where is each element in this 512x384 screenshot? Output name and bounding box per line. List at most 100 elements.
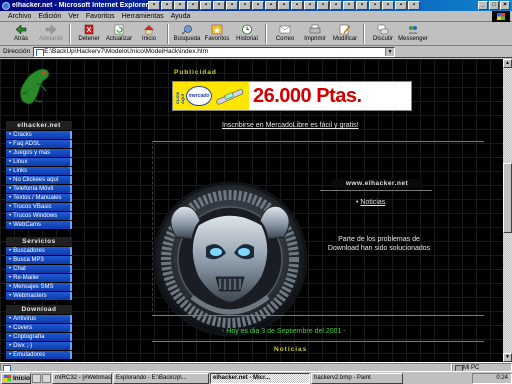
scroll-up-icon[interactable]: ▲ xyxy=(503,59,512,68)
task-ie[interactable]: elhacker.net - Micr... xyxy=(210,372,310,384)
quick-icon[interactable]: ▪ xyxy=(356,1,368,10)
sidebar-item-faq-adsl[interactable]: Faq ADSL xyxy=(6,140,72,149)
sidebar-item-webcams[interactable]: WebCams xyxy=(6,221,72,230)
stop-button[interactable]: Detener xyxy=(74,22,104,45)
refresh-icon xyxy=(114,24,124,35)
scrollbar-thumb[interactable] xyxy=(503,163,512,233)
sidebar-item-criptografia[interactable]: Criptografía xyxy=(6,333,72,342)
favorites-icon xyxy=(211,24,223,35)
sidebar-item-textos[interactable]: Textos / Manuales xyxy=(6,194,72,203)
sidebar-item-links[interactable]: Links xyxy=(6,167,72,176)
back-button[interactable]: Atrás xyxy=(6,22,36,45)
menu-ayuda[interactable]: Ayuda xyxy=(171,13,191,20)
quick-icon[interactable]: ▪ xyxy=(408,1,420,10)
quick-icon[interactable]: ▪ xyxy=(187,1,199,10)
home-button[interactable]: Inicio xyxy=(134,22,164,45)
quick-icon[interactable]: ▪ xyxy=(148,1,160,10)
quick-icon[interactable]: ▪ xyxy=(213,1,225,10)
quick-icon[interactable]: ▪ xyxy=(226,1,238,10)
scroll-down-icon[interactable]: ▼ xyxy=(503,353,512,362)
quick-icon[interactable]: ▪ xyxy=(382,1,394,10)
quick-icon[interactable]: ▪ xyxy=(174,1,186,10)
mercadolibre-logo: mercado xyxy=(186,86,212,106)
sidebar-item-cracks[interactable]: Cracks xyxy=(6,131,72,140)
refresh-button[interactable]: Actualizar xyxy=(104,22,134,45)
task-paint[interactable]: hackerv2.bmp - Paint xyxy=(311,372,403,384)
forward-button[interactable]: Adelante xyxy=(36,22,66,45)
quick-icon[interactable]: ▪ xyxy=(395,1,407,10)
sidebar-item-juegos[interactable]: Juegos y más xyxy=(6,149,72,158)
sidebar-item-telefonia[interactable]: Telefonía Móvil xyxy=(6,185,72,194)
history-button[interactable]: Historial xyxy=(232,22,262,45)
sidebar-item-re-mailer[interactable]: Re-Mailer xyxy=(6,274,72,283)
sidebar-nav-list: Buscadores Busca MP3 Chat Re-Mailer Mens… xyxy=(6,247,72,301)
date-line: - Hoy es dia 3 de Septiembre del 2001 - xyxy=(222,328,346,335)
sidebar-item-chat[interactable]: Chat xyxy=(6,265,72,274)
quick-icon[interactable]: ▪ xyxy=(369,1,381,10)
menu-edicion[interactable]: Edición xyxy=(38,13,61,20)
menu-archivo[interactable]: Archivo xyxy=(8,13,31,20)
quick-icon[interactable]: ▪ xyxy=(265,1,277,10)
messenger-button[interactable]: Messenger xyxy=(398,22,428,45)
address-input[interactable]: E:\BackUp\Hackerv7\ModeloÚnico\ModelHack… xyxy=(33,46,396,57)
quick-icon[interactable]: ▪ xyxy=(252,1,264,10)
minimize-button[interactable]: _ xyxy=(478,1,488,10)
favorites-button[interactable]: Favoritos xyxy=(202,22,232,45)
quick-icon[interactable]: ▪ xyxy=(161,1,173,10)
menu-herramientas[interactable]: Herramientas xyxy=(122,13,164,20)
banner-click-text: CLICK AQUÍ xyxy=(175,91,185,104)
mail-button[interactable]: Correo xyxy=(270,22,300,45)
quick-icon[interactable]: ▪ xyxy=(200,1,212,10)
print-button[interactable]: Imprimir xyxy=(300,22,330,45)
menu-ver[interactable]: Ver xyxy=(68,13,79,20)
discuss-button[interactable]: Discutir xyxy=(368,22,398,45)
quick-icon[interactable]: ▪ xyxy=(343,1,355,10)
menu-favoritos[interactable]: Favoritos xyxy=(86,13,115,20)
sidebar-item-divx[interactable]: Divx ;-) xyxy=(6,342,72,351)
quick-icon[interactable]: ▪ xyxy=(317,1,329,10)
quick-icon[interactable]: ▪ xyxy=(330,1,342,10)
task-mirc[interactable]: mIRC32 - [#Webmasters ] xyxy=(52,372,112,384)
sidebar-item-antivirus[interactable]: Antivirus xyxy=(6,315,72,324)
system-tray-clock[interactable]: 0:24 xyxy=(472,372,512,384)
site-heading-box: www.elhacker.net xyxy=(332,179,422,188)
start-button[interactable]: Inicio xyxy=(1,372,31,384)
ad-banner[interactable]: CLICK AQUÍ mercado 26.000 Ptas. xyxy=(172,81,412,111)
search-icon xyxy=(181,25,192,35)
menu-bar: Archivo Edición Ver Favoritos Herramient… xyxy=(0,11,512,22)
sidebar-item-trucos-vbasic[interactable]: Trucos VBasic xyxy=(6,203,72,212)
quick-icon[interactable]: ▪ xyxy=(239,1,251,10)
toolbar-separator xyxy=(69,24,71,44)
sidebar-item-trucos-windows[interactable]: Trucos Windows xyxy=(6,212,72,221)
quick-icon[interactable]: ▪ xyxy=(291,1,303,10)
messenger-icon xyxy=(408,26,418,34)
noticias-link[interactable]: • Noticias xyxy=(356,199,385,206)
edit-button[interactable]: Modificar xyxy=(330,22,360,45)
sidebar-item-emuladores[interactable]: Emuladores xyxy=(6,351,72,360)
sidebar-item-busca-mp3[interactable]: Busca MP3 xyxy=(6,256,72,265)
task-explorer[interactable]: Explorando - E:\BackUp\... xyxy=(113,372,209,384)
signup-link[interactable]: Inscribirse en MercadoLibre es fácil y g… xyxy=(222,122,359,129)
sidebar-item-mensajes-sms[interactable]: Mensajes SMS xyxy=(6,283,72,292)
sidebar-item-no-clickees[interactable]: No Clickees aquí xyxy=(6,176,72,185)
close-button[interactable]: × xyxy=(500,1,510,10)
sidebar-item-covers[interactable]: Covers xyxy=(6,324,72,333)
sidebar-item-webmasters[interactable]: Webmasters xyxy=(6,292,72,301)
quicklaunch-icon[interactable] xyxy=(42,373,51,383)
start-label: Inicio xyxy=(13,374,30,382)
vertical-scrollbar[interactable]: ▲ ▼ xyxy=(503,59,512,362)
forward-arrow-icon xyxy=(45,24,57,35)
search-button[interactable]: Búsqueda xyxy=(172,22,202,45)
quick-icon[interactable]: ▪ xyxy=(278,1,290,10)
toolbar-separator xyxy=(265,24,267,44)
address-value: E:\BackUp\Hackerv7\ModeloÚnico\ModelHack… xyxy=(44,47,209,55)
title-bar: elhacker.net - Microsoft Internet Explor… xyxy=(0,0,512,11)
sidebar-item-buscadores[interactable]: Buscadores xyxy=(6,247,72,256)
quick-icon[interactable]: ▪ xyxy=(304,1,316,10)
maximize-button[interactable]: □ xyxy=(489,1,499,10)
home-icon xyxy=(144,25,154,35)
sidebar-item-linux[interactable]: Linux xyxy=(6,158,72,167)
mobile-phone-icon xyxy=(216,89,244,105)
address-dropdown-icon[interactable]: ▼ xyxy=(385,47,395,56)
quicklaunch-icon[interactable] xyxy=(32,373,41,383)
